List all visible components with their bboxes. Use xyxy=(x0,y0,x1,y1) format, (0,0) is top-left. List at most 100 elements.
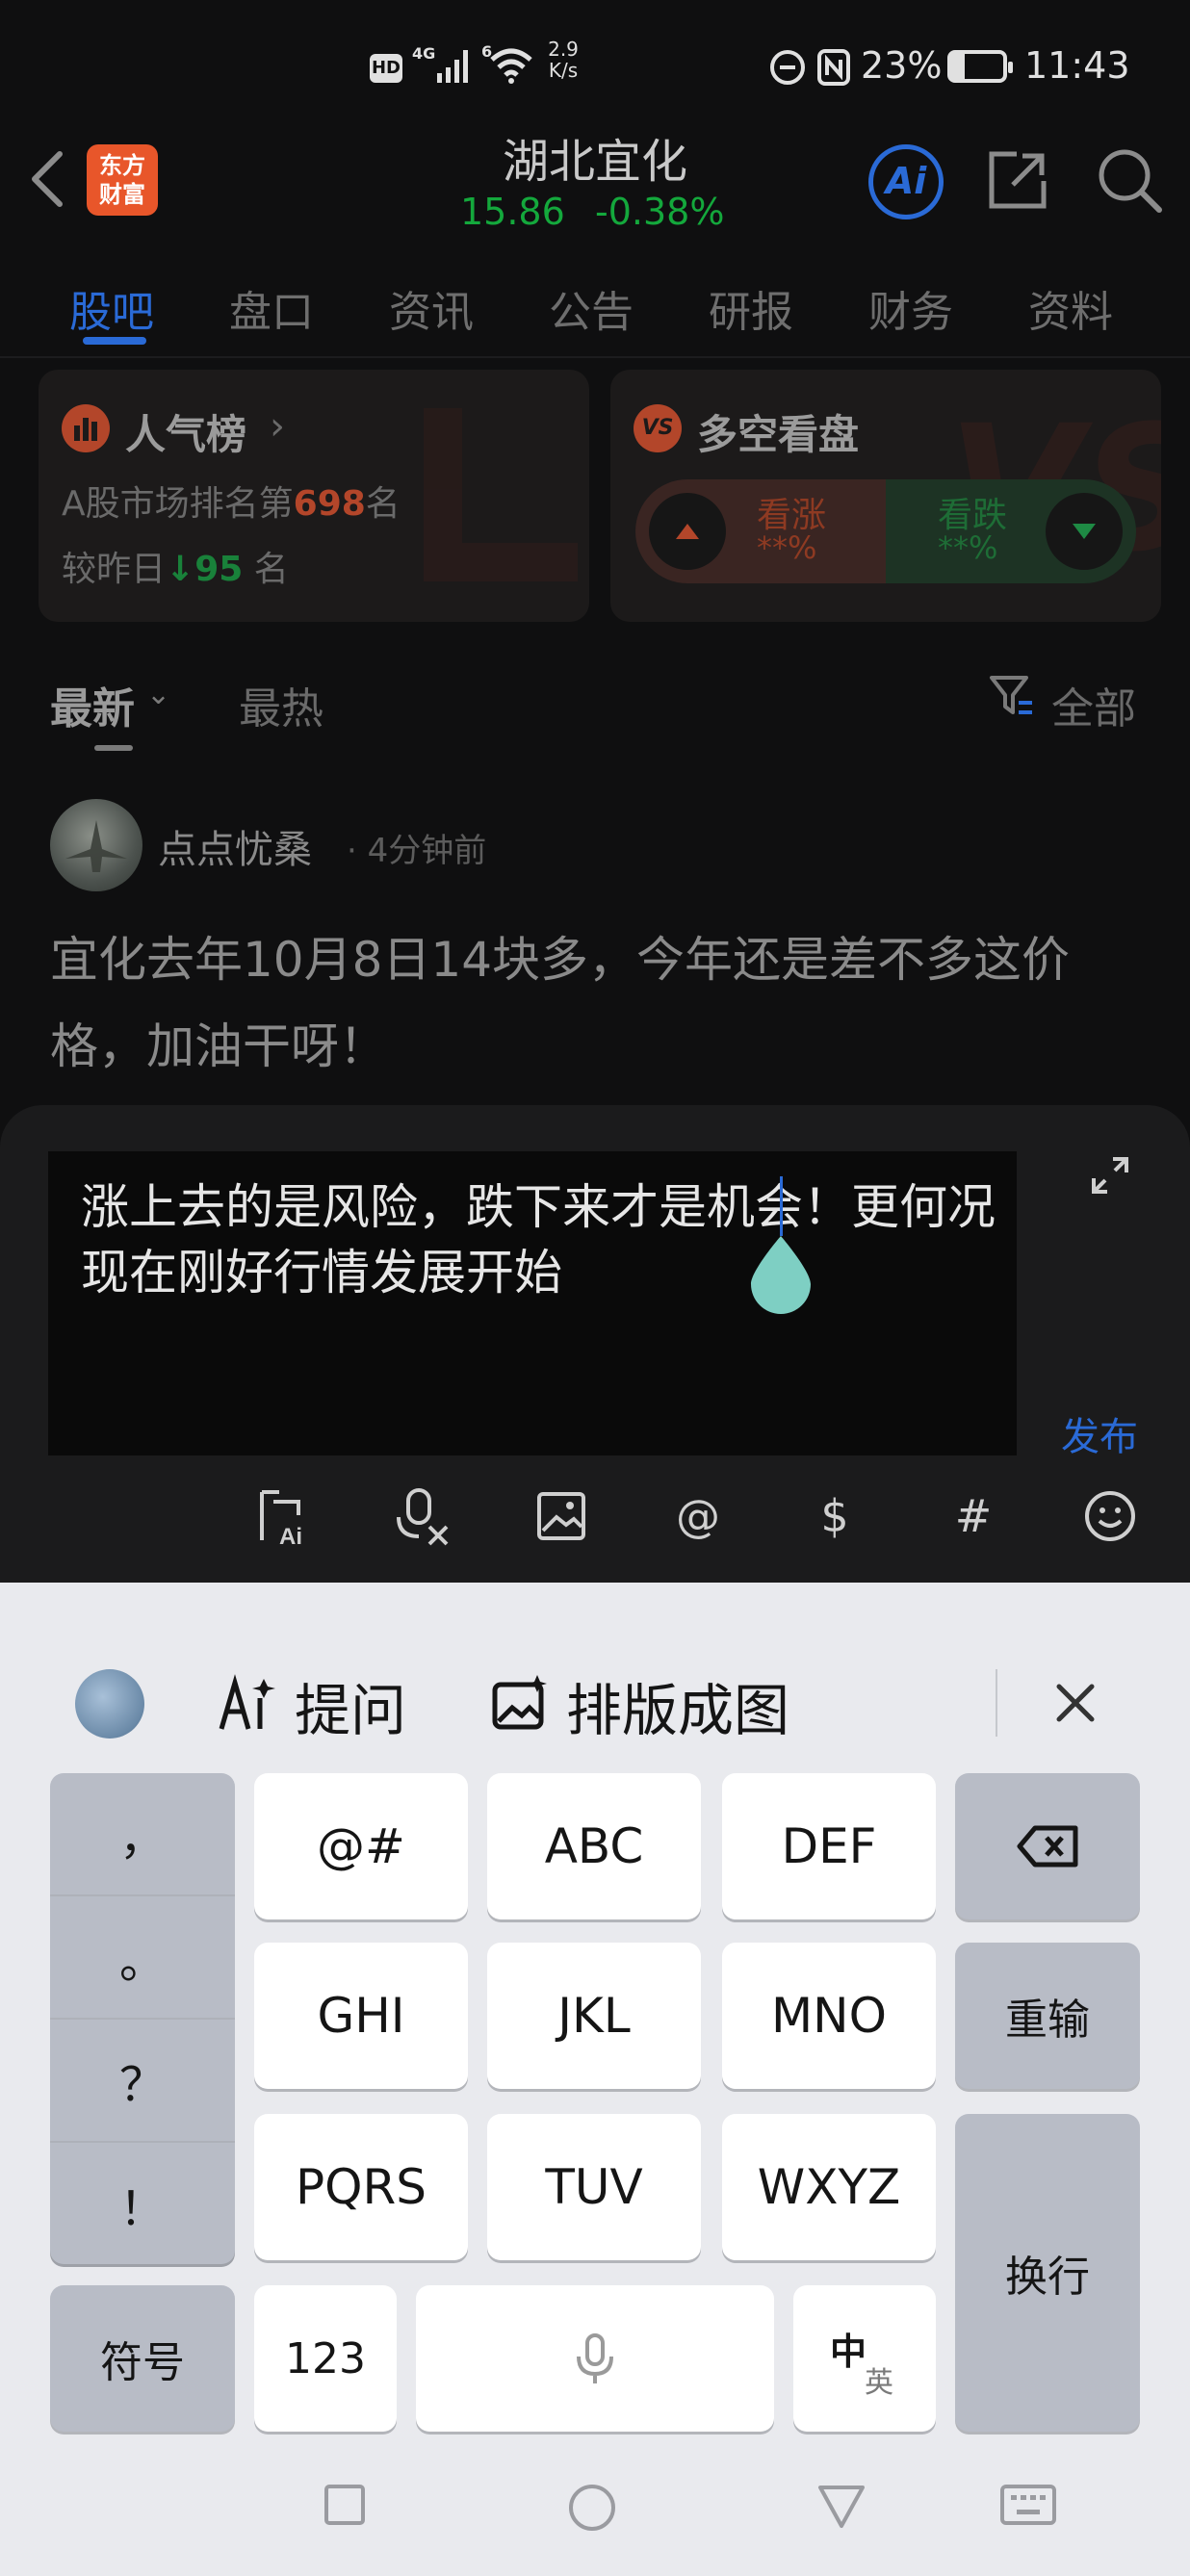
back-icon[interactable] xyxy=(816,2484,867,2530)
backspace-key[interactable] xyxy=(955,1773,1140,1919)
punct-comma-key[interactable]: ， xyxy=(50,1773,235,1896)
symbols-key[interactable]: 符号 xyxy=(50,2285,235,2432)
key-def[interactable]: DEF xyxy=(722,1773,936,1919)
back-arrow-icon[interactable] xyxy=(25,148,67,210)
network-speed-value: 2.9 xyxy=(548,38,579,61)
wifi-icon xyxy=(490,48,532,84)
recent-apps-icon[interactable] xyxy=(323,2484,366,2526)
rank-change-prefix: 较昨日 xyxy=(62,550,167,589)
post-username[interactable]: 点点忧桑 xyxy=(158,818,312,874)
ai-ask-key-icon[interactable] xyxy=(218,1673,279,1735)
eastmoney-logo[interactable]: 东方 财富 xyxy=(87,144,158,216)
tab-news[interactable]: 资讯 xyxy=(389,277,474,339)
vote-down-segment[interactable]: 看跌 **% xyxy=(886,479,1136,583)
kb-ask-label[interactable]: 提问 xyxy=(295,1665,406,1746)
emoji-moon-icon[interactable] xyxy=(75,1669,144,1739)
key-ghi[interactable]: GHI xyxy=(254,1943,468,2089)
popularity-title: 人气榜 xyxy=(125,411,247,458)
stock-change-percent: -0.38% xyxy=(595,191,725,233)
rank-prefix: A股市场排名第 xyxy=(62,484,294,524)
key-jkl[interactable]: JKL xyxy=(487,1943,701,2089)
kb-divider xyxy=(996,1669,997,1737)
numbers-key[interactable]: 123 xyxy=(254,2285,397,2432)
expand-icon[interactable] xyxy=(1090,1155,1130,1196)
close-icon[interactable] xyxy=(1051,1679,1099,1727)
tab-guba[interactable]: 股吧 xyxy=(69,277,154,339)
rank-value: 698 xyxy=(293,484,366,524)
key-pqrs[interactable]: PQRS xyxy=(254,2114,468,2260)
microphone-icon xyxy=(577,2333,613,2383)
emoji-icon[interactable] xyxy=(1076,1482,1144,1550)
key-symbols-at[interactable]: @# xyxy=(254,1773,468,1919)
hashtag-icon[interactable]: # xyxy=(940,1482,1007,1550)
sort-hottest[interactable]: 最热 xyxy=(239,674,323,735)
tab-research[interactable]: 研报 xyxy=(709,277,793,339)
tab-order-book[interactable]: 盘口 xyxy=(229,277,314,339)
stock-symbol-icon[interactable]: $ xyxy=(801,1482,868,1550)
punct-question-key[interactable]: ？ xyxy=(50,2020,235,2143)
reenter-key[interactable]: 重输 xyxy=(955,1943,1140,2089)
kb-layout-label[interactable]: 排版成图 xyxy=(566,1665,789,1746)
battery-icon xyxy=(947,50,1013,83)
market-rank-line: A股市场排名第698名 xyxy=(62,476,401,526)
vs-badge-icon: VS xyxy=(634,404,682,452)
stock-price: 15.86 xyxy=(460,191,565,233)
lang-main-label: 中 xyxy=(830,2331,867,2373)
vote-bar: 看涨 **% 看跌 **% xyxy=(635,479,1136,583)
newline-key[interactable]: 换行 xyxy=(955,2114,1140,2432)
rank-change-line: 较昨日↓95 名 xyxy=(62,541,289,591)
language-switch-key[interactable]: 中 英 xyxy=(793,2285,936,2432)
backspace-icon xyxy=(1017,1825,1078,1868)
vote-up-button[interactable] xyxy=(649,493,726,570)
share-icon[interactable] xyxy=(984,146,1051,214)
sort-active-indicator xyxy=(94,745,133,751)
filter-all[interactable]: 全部 xyxy=(1051,674,1136,735)
smiley-svg xyxy=(1085,1491,1135,1541)
punct-period-key[interactable]: 。 xyxy=(50,1896,235,2020)
post-content[interactable]: 宜化去年10月8日14块多，今年还是差不多这价格，加油干呀！ xyxy=(50,916,1148,1090)
tab-finance[interactable]: 财务 xyxy=(868,277,953,339)
publish-button[interactable]: 发布 xyxy=(1061,1405,1138,1461)
lang-alt-label: 英 xyxy=(865,2366,893,2400)
mention-icon[interactable]: @ xyxy=(664,1482,732,1550)
punct-exclaim-key[interactable]: ！ xyxy=(50,2143,235,2266)
layout-image-icon[interactable] xyxy=(489,1673,551,1735)
image-svg xyxy=(537,1492,585,1540)
search-icon[interactable] xyxy=(1094,144,1165,216)
home-icon[interactable] xyxy=(568,2484,616,2532)
chevron-down-icon[interactable]: ⌄ xyxy=(146,678,170,711)
network-type-label: 4G xyxy=(412,44,436,63)
filter-icon[interactable] xyxy=(988,672,1036,720)
mic-translate-svg xyxy=(397,1488,449,1546)
hd-badge: HD xyxy=(370,54,402,83)
tab-announcements[interactable]: 公告 xyxy=(549,277,634,339)
vote-up-value: **% xyxy=(757,529,817,566)
cellular-signal-icon xyxy=(437,50,468,83)
vote-down-button[interactable] xyxy=(1046,493,1123,570)
chevron-right-icon: › xyxy=(270,404,285,449)
bull-bear-title: 多空看盘 xyxy=(697,411,860,458)
stock-name: 湖北宜化 xyxy=(502,135,687,189)
rank-change-value: 95 xyxy=(194,550,244,589)
key-tuv[interactable]: TUV xyxy=(487,2114,701,2260)
post-time: · 4分钟前 xyxy=(347,832,487,870)
section-tabs: 股吧 盘口 资讯 公告 研报 财务 资料 xyxy=(0,252,1190,358)
key-abc[interactable]: ABC xyxy=(487,1773,701,1919)
space-voice-key[interactable] xyxy=(416,2285,774,2432)
text-cursor xyxy=(780,1176,783,1236)
vote-up-segment[interactable]: 看涨 **% xyxy=(635,479,886,583)
key-wxyz[interactable]: WXYZ xyxy=(722,2114,936,2260)
cursor-handle-icon[interactable] xyxy=(747,1234,815,1315)
keyboard-toggle-icon[interactable] xyxy=(999,2484,1057,2526)
key-mno[interactable]: MNO xyxy=(722,1943,936,2089)
reply-input-text[interactable]: 涨上去的是风险，跌下来才是机会！更何况现在刚好行情发展开始 xyxy=(81,1174,1005,1305)
ai-button[interactable]: Ai xyxy=(868,144,944,219)
tab-profile[interactable]: 资料 xyxy=(1028,277,1113,339)
rank-change-suffix: 名 xyxy=(253,550,289,589)
voice-to-text-icon[interactable] xyxy=(391,1482,458,1550)
ai-ask-icon[interactable]: Ai xyxy=(250,1482,318,1550)
image-icon[interactable] xyxy=(528,1482,595,1550)
logo-line-1: 东方 xyxy=(99,152,145,179)
avatar[interactable] xyxy=(50,799,142,891)
sort-latest[interactable]: 最新 xyxy=(50,674,135,735)
